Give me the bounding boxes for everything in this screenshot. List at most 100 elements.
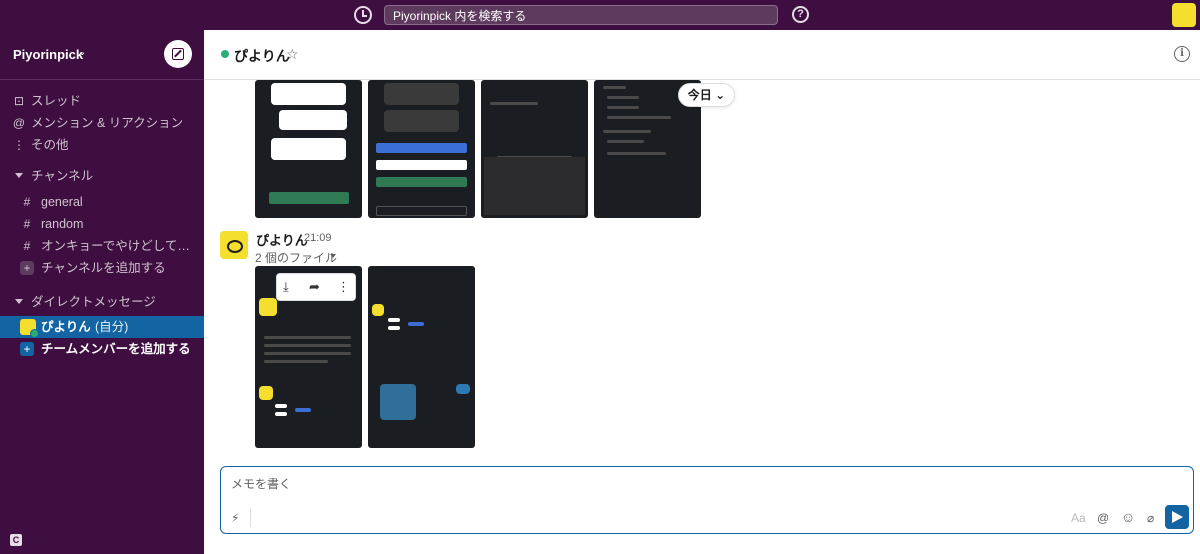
- image-content: [259, 386, 273, 400]
- image-content: [602, 86, 627, 89]
- sidebar-item-dm-self[interactable]: ぴよりん (自分): [0, 316, 204, 338]
- hash-icon: #: [23, 239, 31, 253]
- send-button[interactable]: [1165, 505, 1189, 529]
- sidebar-item-random[interactable]: # random: [0, 213, 204, 235]
- sidebar-item-mentions[interactable]: @ メンション & リアクション: [0, 112, 204, 134]
- star-icon[interactable]: ☆: [286, 46, 299, 63]
- channel-label: random: [41, 217, 84, 231]
- attachment-image[interactable]: [368, 80, 475, 218]
- top-bar: ?: [0, 0, 1200, 30]
- share-icon[interactable]: ➦: [309, 279, 320, 295]
- image-content: [606, 106, 639, 109]
- image-content: [295, 408, 311, 412]
- format-icon[interactable]: Aa: [1071, 511, 1086, 525]
- image-content: [489, 102, 538, 105]
- image-actions-toolbar: ⤓ ➦ ⋮: [276, 273, 356, 301]
- image-content: [372, 304, 384, 316]
- compose-icon[interactable]: [164, 40, 192, 68]
- at-icon: @: [12, 116, 26, 130]
- attachment-image[interactable]: [368, 266, 475, 448]
- sidebar-item-general[interactable]: # general: [0, 191, 204, 213]
- app-c-icon[interactable]: C: [10, 534, 22, 546]
- attachment-image[interactable]: [481, 80, 588, 218]
- channels-section-header[interactable]: チャンネル: [0, 165, 204, 187]
- image-content: [275, 404, 287, 408]
- more-icon: ⋮: [13, 138, 25, 152]
- info-icon[interactable]: i: [1174, 46, 1190, 62]
- attach-icon[interactable]: ⌀: [1147, 511, 1154, 525]
- add-member-label: チームメンバーを追加する: [41, 342, 191, 356]
- add-member-button[interactable]: + チームメンバーを追加する: [0, 338, 204, 360]
- image-content: [263, 352, 352, 355]
- image-content: [263, 360, 328, 363]
- sidebar-item-label: その他: [31, 138, 69, 152]
- sidebar-item-label: スレッド: [31, 94, 82, 108]
- sidebar-item-onkyo[interactable]: # オンキョーでやけどしてい...: [0, 235, 204, 257]
- avatar: [20, 319, 39, 338]
- message-input[interactable]: [231, 475, 931, 493]
- image-content: [606, 152, 666, 155]
- channel-title[interactable]: ぴよりん: [234, 46, 290, 66]
- channel-label: general: [41, 195, 83, 209]
- divider: [250, 509, 251, 527]
- emoji-icon[interactable]: ☺: [1121, 509, 1135, 525]
- attachment-image[interactable]: [255, 80, 362, 218]
- image-content: [456, 384, 470, 394]
- avatar[interactable]: [220, 231, 248, 259]
- image-content: [279, 110, 347, 130]
- date-divider-button[interactable]: 今日 ⌄: [678, 83, 735, 107]
- image-content: [271, 83, 346, 105]
- section-label: チャンネル: [31, 169, 94, 183]
- image-content: [376, 143, 467, 153]
- dm-section-header[interactable]: ダイレクトメッセージ: [0, 291, 204, 313]
- caret-down-icon[interactable]: [330, 254, 336, 258]
- plus-icon: +: [20, 261, 34, 275]
- image-content: [376, 206, 467, 216]
- image-content: [376, 160, 467, 170]
- presence-icon: [221, 50, 229, 58]
- sidebar: Piyorinpick ⌄ ⊡ スレッド @ メンション & リアクション ⋮ …: [0, 30, 204, 554]
- shortcuts-icon[interactable]: ⚡: [231, 511, 239, 525]
- main-pane: ぴよりん ☆ i 今日 ⌄ ぴよりん 21:09 2 個のファイル ⤓ ➦ ⋮ …: [204, 30, 1200, 554]
- section-label: ダイレクトメッセージ: [31, 295, 156, 309]
- caret-down-icon[interactable]: [15, 173, 23, 178]
- sidebar-item-label: メンション & リアクション: [31, 116, 184, 130]
- sidebar-item-more[interactable]: ⋮ その他: [0, 134, 204, 156]
- plus-icon: +: [20, 342, 34, 356]
- more-actions-icon[interactable]: ⋮: [337, 279, 350, 295]
- hash-icon: #: [23, 217, 31, 231]
- history-icon[interactable]: [354, 6, 372, 24]
- image-content: [269, 192, 349, 204]
- channel-header: ぴよりん ☆ i: [204, 30, 1200, 80]
- threads-icon: ⊡: [13, 94, 25, 108]
- image-content: [380, 384, 416, 420]
- image-content: [376, 177, 467, 187]
- download-icon[interactable]: ⤓: [283, 279, 289, 295]
- image-content: [384, 83, 459, 105]
- image-content: [259, 298, 277, 316]
- workspace-name[interactable]: Piyorinpick: [13, 47, 83, 62]
- caret-down-icon[interactable]: [15, 299, 23, 304]
- add-channel-button[interactable]: + チャンネルを追加する: [0, 257, 204, 279]
- message-author[interactable]: ぴよりん: [256, 230, 308, 249]
- image-content: [484, 157, 585, 215]
- chevron-down-icon[interactable]: ⌄: [78, 47, 86, 58]
- mention-icon[interactable]: @: [1097, 511, 1109, 525]
- image-content: [606, 96, 639, 99]
- image-content: [263, 344, 352, 347]
- image-content: [408, 322, 424, 326]
- image-content: [271, 138, 346, 160]
- image-content: [263, 336, 352, 339]
- image-content: [388, 318, 400, 322]
- sidebar-item-threads[interactable]: ⊡ スレッド: [0, 90, 204, 112]
- message-timestamp[interactable]: 21:09: [304, 232, 332, 244]
- search-input[interactable]: [384, 5, 778, 25]
- image-content: [602, 130, 651, 133]
- help-icon[interactable]: ?: [792, 6, 809, 23]
- message-composer: ⚡ Aa @ ☺ ⌀: [220, 466, 1194, 534]
- add-channel-label: チャンネルを追加する: [41, 261, 166, 275]
- user-avatar[interactable]: [1172, 3, 1196, 27]
- hash-icon: #: [23, 195, 31, 209]
- files-toggle[interactable]: 2 個のファイル: [255, 249, 337, 266]
- workspace-header[interactable]: Piyorinpick ⌄: [0, 30, 204, 80]
